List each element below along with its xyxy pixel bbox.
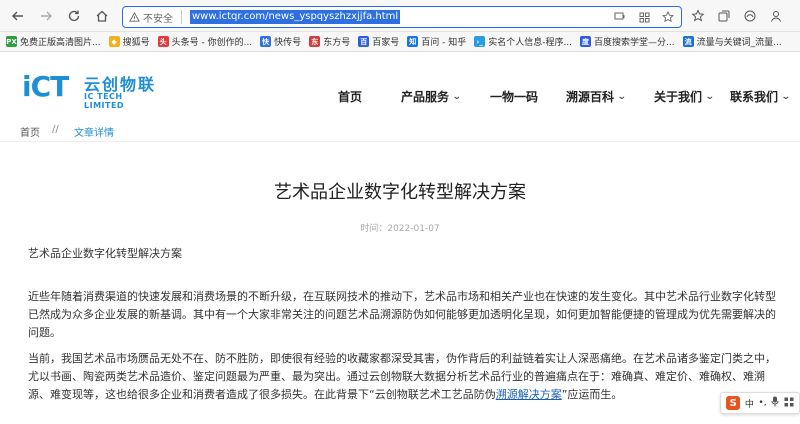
chevron-down-icon: ⌄ <box>451 91 462 102</box>
nav-item[interactable]: 联系我们 ⌄ <box>730 88 791 105</box>
favorites-button[interactable] <box>688 6 708 26</box>
nav-item-label: 首页 <box>338 90 363 104</box>
ime-punctuation-toggle[interactable]: •, <box>758 398 766 408</box>
reload-button[interactable] <box>64 6 84 26</box>
bookmark-item[interactable]: 头头条号 - 你创作的... <box>157 35 253 48</box>
image-icon: PX <box>6 36 17 47</box>
paragraph-3-text: 当前，我国艺术品市场赝品无处不在、防不胜防，即使很有经验的收藏家都深受其害，伪作… <box>28 352 776 401</box>
home-button[interactable] <box>92 6 112 26</box>
favorite-star-icon[interactable] <box>661 10 675 24</box>
nav-item[interactable]: 关于我们 ⌄ <box>654 88 715 105</box>
sohu-icon: ◆ <box>108 36 120 47</box>
article-paragraph-1: 艺术品企业数字化转型解决方案 <box>28 247 182 260</box>
forward-arrow-icon <box>41 11 52 21</box>
kuaichuan-icon: 快 <box>260 36 272 47</box>
ime-mode-toggle[interactable]: 中 <box>745 397 754 410</box>
bookmark-label: 百度搜索学堂—分... <box>594 38 675 48</box>
nav-item[interactable]: 首页 <box>338 88 362 105</box>
bookmarks-bar: PX 免费正版高清图片... ◆ 搜狐号头头条号 - 你创作的... 快快传号东东方号百… <box>0 32 800 52</box>
profile-icon <box>771 11 781 22</box>
back-button[interactable] <box>8 6 28 26</box>
bookmark-item[interactable]: 知百问 - 知乎 <box>407 35 466 48</box>
ime-toolbar[interactable]: S 中 •, <box>720 392 800 414</box>
nav-item[interactable]: 一物一码 <box>490 88 538 105</box>
edge-extension-button[interactable] <box>740 6 760 26</box>
program-icon: ›_ <box>474 36 486 47</box>
breadcrumb: 首页 // 文章详情 <box>0 118 800 142</box>
main-nav: 首页 产品服务 ⌄ 一物一码 溯源百科 ⌄ 关于我们 ⌄ 联系我们 ⌄ <box>0 88 800 108</box>
warning-icon <box>129 11 140 22</box>
bookmark-item[interactable]: 流流量与关键词_流量... <box>682 35 782 48</box>
bookmark-item[interactable]: 度百度搜索学堂—分... <box>580 35 675 48</box>
security-label: 不安全 <box>143 13 173 25</box>
bookmark-label: 流量与关键词_流量... <box>696 38 782 48</box>
bookmark-label: 头条号 - 你创作的... <box>171 38 253 48</box>
chevron-down-icon: ⌄ <box>616 91 627 102</box>
reload-icon <box>68 10 80 22</box>
collections-button[interactable] <box>714 6 734 26</box>
baijia-icon: 百 <box>358 36 370 47</box>
nav-item-label: 联系我们 <box>730 90 779 104</box>
chevron-down-icon: ⌄ <box>704 91 715 102</box>
breadcrumb-separator: // <box>52 124 59 135</box>
bookmark-label: 百家号 <box>372 38 400 48</box>
grid-icon[interactable] <box>784 397 794 410</box>
zhihu-icon: 知 <box>407 36 419 47</box>
browser-toolbar: 不安全 www.ictqr.com/news_yspqyszhzxjjfa.ht… <box>0 0 800 32</box>
bookmark-item[interactable]: PX 免费正版高清图片... <box>6 35 101 48</box>
back-arrow-icon <box>12 11 23 21</box>
bookmark-item[interactable]: 东东方号 <box>309 35 350 48</box>
traceability-solution-link[interactable]: 溯源解决方案 <box>496 388 562 401</box>
nav-item[interactable]: 溯源百科 ⌄ <box>566 88 627 105</box>
collections-icon <box>718 10 730 22</box>
breadcrumb-home[interactable]: 首页 <box>20 124 40 139</box>
article-date: 时间：2022-01-07 <box>360 224 440 234</box>
profile-button[interactable] <box>766 6 786 26</box>
bookmark-item[interactable]: 快快传号 <box>260 35 301 48</box>
bookmark-item[interactable]: 百百家号 <box>358 35 399 48</box>
bookmark-label: 百问 - 知乎 <box>421 38 467 48</box>
sogou-logo-icon[interactable]: S <box>726 396 741 410</box>
article-title: 艺术品企业数字化转型解决方案 <box>274 182 526 203</box>
nav-item-label: 一物一码 <box>490 90 539 104</box>
article-paragraph-3: 当前，我国艺术品市场赝品无处不在、防不胜防，即使很有经验的收藏家都深受其害，伪作… <box>28 350 776 404</box>
forward-button[interactable] <box>36 6 56 26</box>
favorites-star-icon <box>691 9 705 22</box>
url-text[interactable]: www.ictqr.com/news_yspqyszhzxjjfa.html <box>190 10 401 24</box>
nav-item-label: 关于我们 <box>654 90 703 104</box>
bookmark-item[interactable]: ›_ 实名个人信息-程序... <box>474 35 572 48</box>
chevron-down-icon: ⌄ <box>780 91 791 102</box>
read-aloud-icon[interactable] <box>613 10 627 24</box>
bookmark-label: 快传号 <box>274 38 302 48</box>
bookmark-label: 免费正版高清图片... <box>20 38 101 48</box>
address-bar[interactable]: 不安全 www.ictqr.com/news_yspqyszhzxjjfa.ht… <box>122 6 682 28</box>
bookmark-label: 实名个人信息-程序... <box>488 38 573 48</box>
paragraph-3-ending: ”应运而生。 <box>561 388 623 401</box>
nav-item-label: 溯源百科 <box>566 90 615 104</box>
bookmark-item[interactable]: ◆ 搜狐号 <box>108 35 150 48</box>
nav-item-label: 产品服务 <box>401 90 450 104</box>
traffic-icon: 流 <box>682 36 694 47</box>
nav-item[interactable]: 产品服务 ⌄ <box>401 88 462 105</box>
breadcrumb-current[interactable]: 文章详情 <box>74 124 114 139</box>
baidu-icon: 度 <box>580 36 592 47</box>
dongfang-icon: 东 <box>309 36 321 47</box>
mic-icon[interactable] <box>771 396 779 410</box>
bookmark-label: 东方号 <box>323 38 351 48</box>
home-icon <box>96 10 108 22</box>
article-paragraph-2: 近些年随着消费渠道的快速发展和消费场景的不断升级，在互联网技术的推动下，艺术品市… <box>28 290 776 339</box>
bookmark-label: 搜狐号 <box>122 38 150 48</box>
toutiao-icon: 头 <box>157 36 169 47</box>
edge-icon <box>744 10 756 22</box>
grid-apps-icon[interactable] <box>637 10 651 24</box>
security-indicator[interactable]: 不安全 <box>129 10 182 25</box>
